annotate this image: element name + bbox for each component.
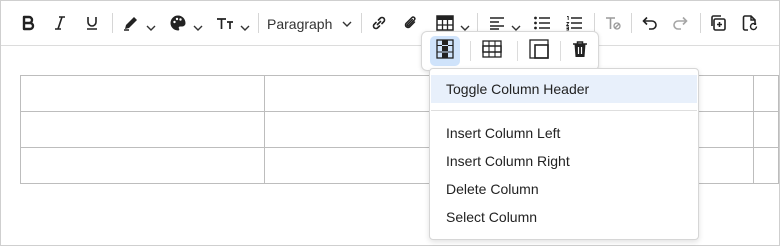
- font-size-button[interactable]: [212, 9, 238, 37]
- block-format-dropdown[interactable]: Paragraph: [267, 9, 352, 37]
- menu-item-delete-column[interactable]: Delete Column: [431, 175, 697, 203]
- table-cell[interactable]: [753, 75, 779, 112]
- table-cell[interactable]: [753, 111, 779, 148]
- duplicate-icon: [709, 14, 727, 32]
- table-icon: [436, 15, 454, 31]
- menu-separator: [431, 110, 697, 111]
- toolbar-separator: [560, 41, 561, 61]
- toolbar-separator: [112, 13, 113, 33]
- column-options-menu: Toggle Column Header Insert Column Left …: [429, 68, 699, 240]
- editor-toolbar: Paragraph: [1, 1, 779, 46]
- toolbar-separator: [594, 13, 595, 33]
- table-cell[interactable]: [20, 75, 265, 112]
- clear-formatting-icon: [604, 15, 622, 31]
- menu-item-toggle-column-header[interactable]: Toggle Column Header: [431, 75, 697, 103]
- redo-icon: [672, 16, 690, 30]
- delete-table-button[interactable]: [565, 36, 595, 66]
- chevron-down-icon[interactable]: [193, 19, 203, 37]
- table-cell[interactable]: [20, 147, 265, 184]
- block-format-label: Paragraph: [267, 16, 333, 32]
- italic-icon: [52, 15, 68, 31]
- cell-icon: [529, 38, 549, 64]
- highlighter-pen-icon: [122, 14, 140, 32]
- chevron-down-icon[interactable]: [146, 19, 156, 37]
- link-button[interactable]: [367, 9, 391, 37]
- row-options-button[interactable]: [477, 36, 507, 66]
- table-context-toolbar: [421, 31, 599, 71]
- column-icon: [436, 38, 454, 64]
- toolbar-separator: [631, 13, 632, 33]
- align-left-icon: [489, 16, 505, 30]
- font-size-icon: [215, 15, 235, 31]
- chevron-down-icon: [342, 9, 352, 37]
- toolbar-separator: [470, 41, 471, 61]
- menu-item-insert-column-left[interactable]: Insert Column Left: [431, 119, 697, 147]
- redo-button[interactable]: [669, 9, 693, 37]
- italic-button[interactable]: [47, 9, 73, 37]
- text-color-button[interactable]: [166, 9, 190, 37]
- numbered-list-icon: [565, 15, 583, 31]
- toolbar-separator: [258, 13, 259, 33]
- delete-table-icon: [572, 40, 588, 63]
- toolbar-separator: [517, 41, 518, 61]
- undo-icon: [640, 16, 658, 30]
- table-cell[interactable]: [753, 147, 779, 184]
- attachment-icon: [402, 14, 420, 32]
- file-sync-icon: [741, 14, 759, 32]
- file-sync-button[interactable]: [738, 9, 762, 37]
- undo-button[interactable]: [637, 9, 661, 37]
- underline-icon: [84, 15, 100, 31]
- rich-text-editor: Paragraph Toggle Column Header Insert Co…: [0, 0, 780, 246]
- link-icon: [370, 14, 388, 32]
- highlight-color-button[interactable]: [119, 9, 143, 37]
- bold-icon: [20, 15, 36, 31]
- duplicate-button[interactable]: [706, 9, 730, 37]
- underline-button[interactable]: [79, 9, 105, 37]
- row-icon: [482, 39, 502, 63]
- attachment-button[interactable]: [399, 9, 423, 37]
- bullet-list-icon: [533, 15, 551, 31]
- cell-options-button[interactable]: [524, 36, 554, 66]
- toolbar-separator: [700, 13, 701, 33]
- toolbar-separator: [361, 13, 362, 33]
- bold-button[interactable]: [15, 9, 41, 37]
- palette-icon: [169, 14, 187, 32]
- menu-item-select-column[interactable]: Select Column: [431, 203, 697, 231]
- table-cell[interactable]: [20, 111, 265, 148]
- chevron-down-icon[interactable]: [240, 19, 250, 37]
- clear-formatting-button[interactable]: [601, 9, 625, 37]
- column-options-button[interactable]: [430, 36, 460, 66]
- menu-item-insert-column-right[interactable]: Insert Column Right: [431, 147, 697, 175]
- toolbar-separator: [477, 13, 478, 33]
